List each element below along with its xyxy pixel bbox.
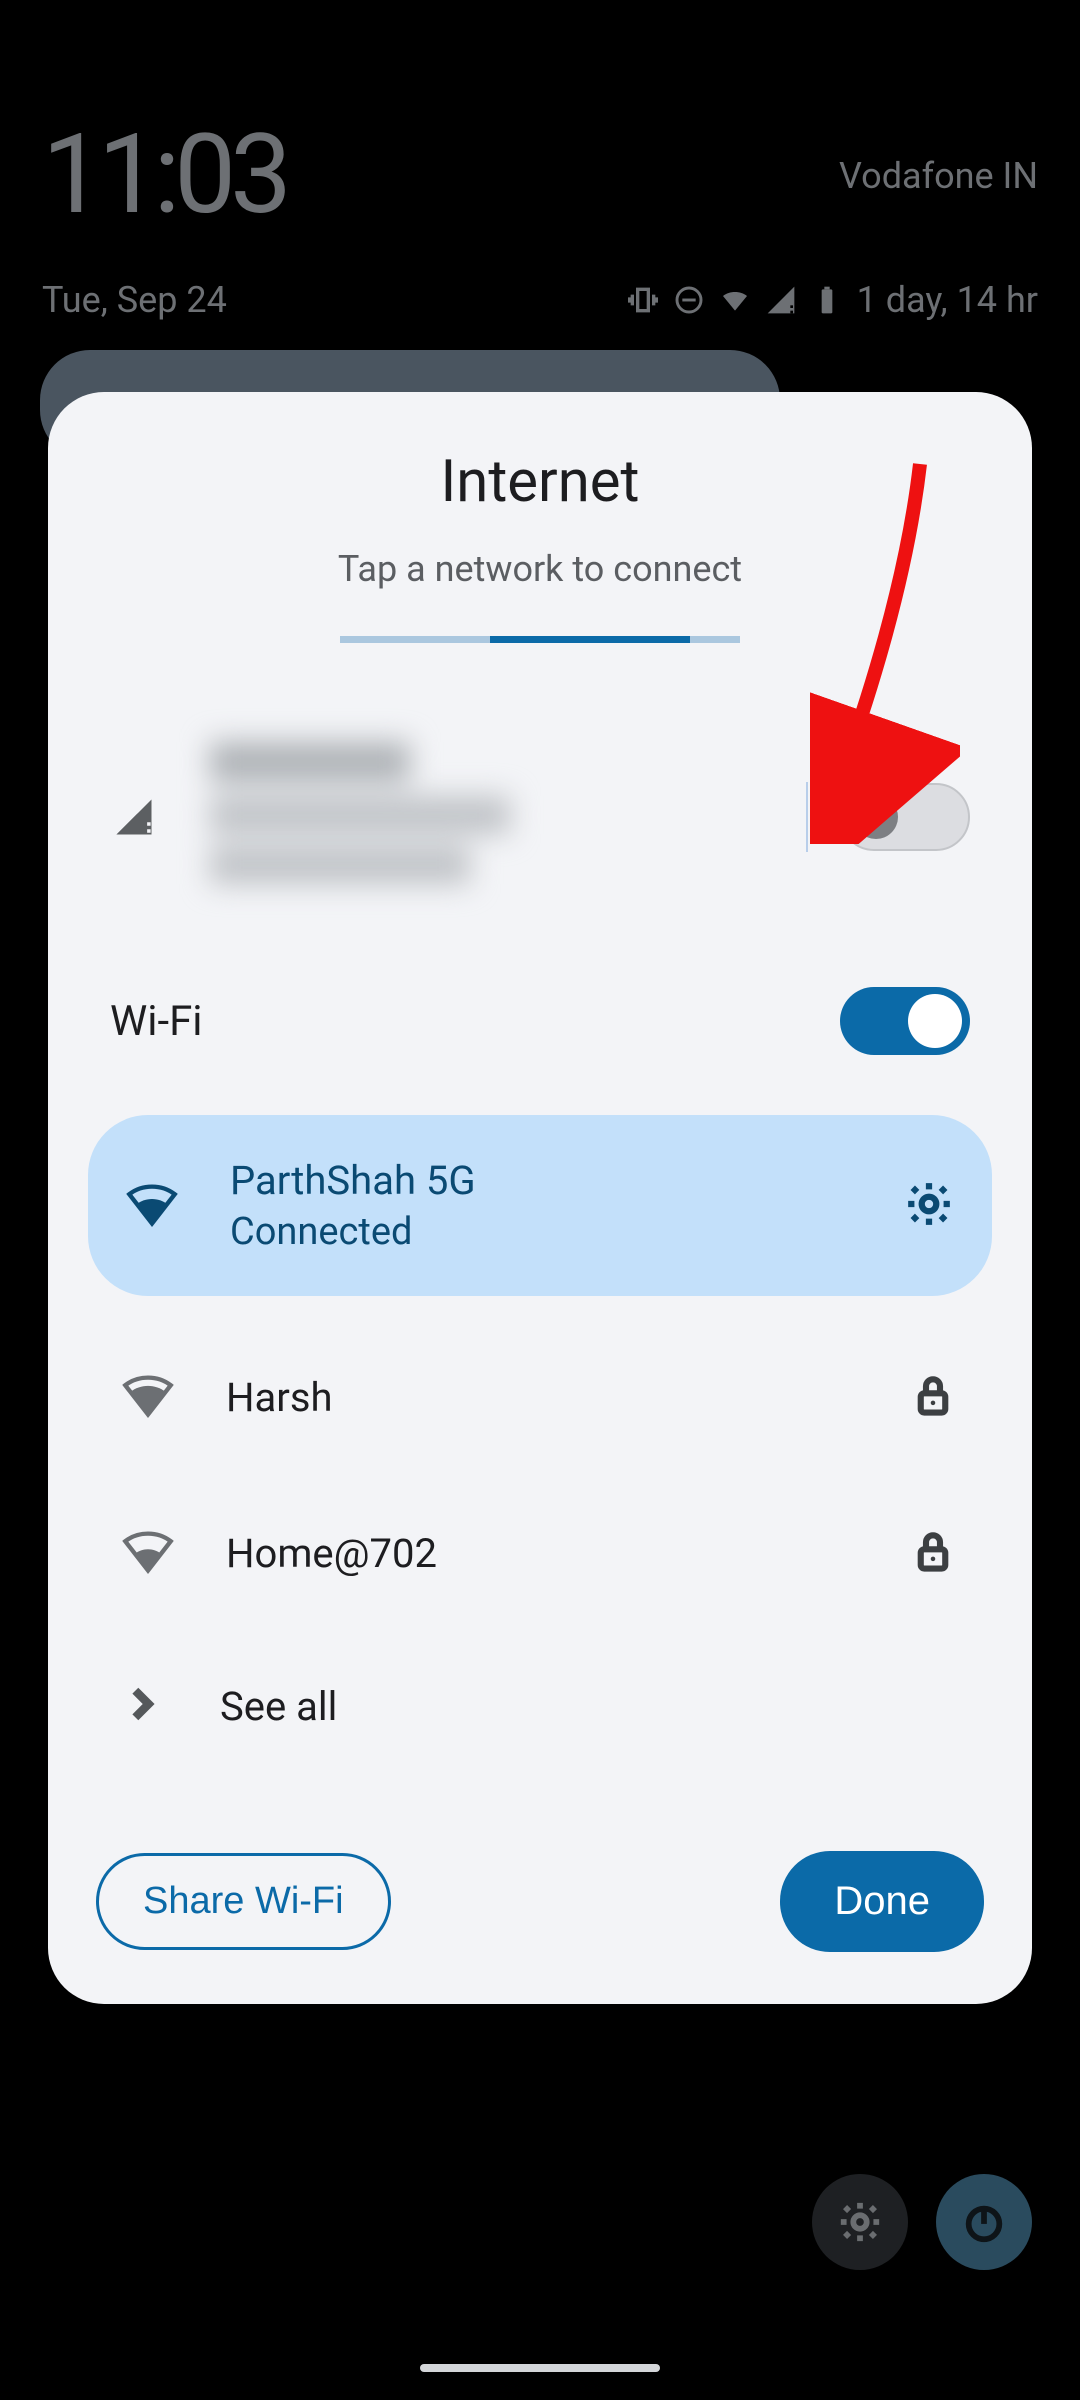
power-button[interactable]: [936, 2174, 1032, 2270]
share-wifi-button[interactable]: Share Wi-Fi: [96, 1853, 391, 1950]
battery-icon: [811, 284, 843, 316]
lock-icon: [912, 1527, 954, 1579]
sheet-title: Internet: [88, 448, 992, 516]
dnd-icon: [673, 284, 705, 316]
wifi-master-row[interactable]: Wi-Fi: [88, 981, 992, 1061]
connected-network-name: ParthShah 5G: [230, 1157, 904, 1204]
carrier-label: Vodafone IN: [839, 155, 1038, 197]
wifi-icon: [126, 1178, 178, 1234]
date-label: Tue, Sep 24: [42, 279, 227, 321]
done-button[interactable]: Done: [780, 1851, 984, 1952]
wifi-label: Wi-Fi: [110, 997, 203, 1046]
wifi-toggle[interactable]: [840, 987, 970, 1055]
internet-sheet: Internet Tap a network to connect Wi-Fi: [48, 392, 1032, 2004]
mobile-carrier-name-redacted: [210, 742, 530, 892]
wifi-icon: [122, 1525, 174, 1581]
home-indicator[interactable]: [420, 2364, 660, 2372]
wifi-icon: [122, 1369, 174, 1425]
battery-text: 1 day, 14 hr: [857, 279, 1038, 321]
status-bar: 11:03 Vodafone IN Tue, Sep 24 1 day, 14 …: [0, 0, 1080, 321]
mobile-data-row[interactable]: [88, 727, 992, 907]
network-name: Home@702: [226, 1530, 912, 1577]
network-settings-button[interactable]: [904, 1179, 954, 1233]
scanning-indicator: [340, 636, 740, 643]
connected-network-status: Connected: [230, 1210, 904, 1254]
network-name: Harsh: [226, 1374, 912, 1421]
see-all-row[interactable]: See all: [88, 1656, 992, 1756]
chevron-right-icon: [122, 1680, 162, 1732]
wifi-status-icon: [719, 284, 751, 316]
status-icons: 1 day, 14 hr: [627, 279, 1038, 321]
cell-signal-icon: [110, 796, 158, 838]
connected-network-card[interactable]: ParthShah 5G Connected: [88, 1115, 992, 1296]
cell-signal-icon: [765, 284, 797, 316]
settings-button[interactable]: [812, 2174, 908, 2270]
network-row[interactable]: Home@702: [88, 1498, 992, 1608]
system-buttons: [812, 2174, 1032, 2270]
lock-icon: [912, 1371, 954, 1423]
see-all-label: See all: [220, 1683, 337, 1730]
mobile-data-toggle[interactable]: [840, 783, 970, 851]
divider: [806, 782, 808, 852]
vibrate-icon: [627, 284, 659, 316]
sheet-subtitle: Tap a network to connect: [88, 548, 992, 590]
network-row[interactable]: Harsh: [88, 1342, 992, 1452]
